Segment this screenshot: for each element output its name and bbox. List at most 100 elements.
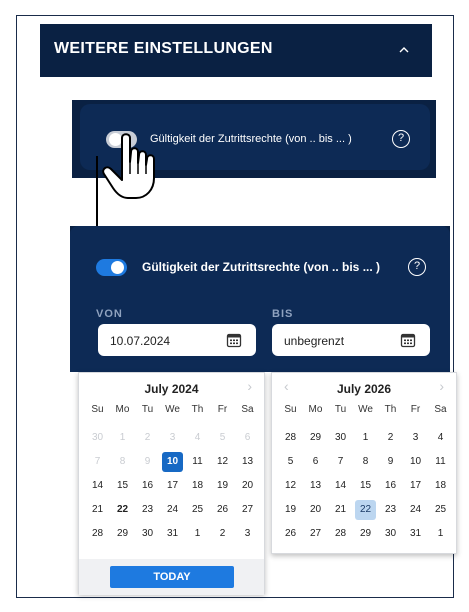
calendar-day: 4 xyxy=(194,432,201,443)
calendar-day[interactable]: 28 xyxy=(330,524,351,544)
calendar-day[interactable]: 6 xyxy=(305,452,326,472)
weekday-label: Th xyxy=(191,404,204,415)
calendar-day: 1 xyxy=(119,432,126,443)
calendar-month-title: July 2024 xyxy=(144,382,199,396)
calendar-day: 30 xyxy=(91,432,104,443)
weekday-label: Su xyxy=(91,404,104,415)
calendar-day[interactable]: 31 xyxy=(162,524,183,544)
calendar-day[interactable]: 7 xyxy=(330,452,351,472)
today-bar: TODAY xyxy=(79,559,264,595)
von-label: VON xyxy=(96,308,123,320)
calendar-day[interactable]: 18 xyxy=(430,476,451,496)
calendar-day[interactable]: 25 xyxy=(187,500,208,520)
calendar-day: 2 xyxy=(144,432,151,443)
calendar-day[interactable]: 2 xyxy=(380,428,401,448)
calendar-day[interactable]: 5 xyxy=(280,452,301,472)
calendar-icon[interactable] xyxy=(226,332,242,348)
calendar-day[interactable]: 17 xyxy=(405,476,426,496)
calendar-day[interactable]: 9 xyxy=(380,452,401,472)
calendar-day[interactable]: 27 xyxy=(305,524,326,544)
calendar-day[interactable]: 14 xyxy=(330,476,351,496)
calendar-day[interactable]: 30 xyxy=(380,524,401,544)
calendar-day[interactable]: 24 xyxy=(162,500,183,520)
weekday-label: We xyxy=(358,404,373,415)
hand-pointer-icon xyxy=(102,133,155,199)
calendar-day[interactable]: 15 xyxy=(112,476,133,496)
weekday-label: Mo xyxy=(115,404,130,415)
validity-toggle-on[interactable] xyxy=(96,259,127,276)
calendar-day[interactable]: 20 xyxy=(237,476,258,496)
calendar-day[interactable]: 4 xyxy=(430,428,451,448)
calendar-day[interactable]: 16 xyxy=(137,476,158,496)
weekday-label: Tu xyxy=(141,404,154,415)
von-date-field[interactable]: 10.07.2024 xyxy=(98,324,256,356)
validity-label: Gültigkeit der Zutrittsrechte (von .. bi… xyxy=(150,133,352,145)
calendar-day[interactable]: 22 xyxy=(355,500,376,520)
calendar-day[interactable]: 20 xyxy=(305,500,326,520)
calendar-day: 6 xyxy=(244,432,251,443)
calendar-day[interactable]: 27 xyxy=(237,500,258,520)
bis-date-field[interactable]: unbegrenzt xyxy=(272,324,430,356)
calendar-day[interactable]: 12 xyxy=(280,476,301,496)
weekday-header: Su Mo Tu We Th Fr Sa xyxy=(85,404,260,415)
calendar-day[interactable]: 1 xyxy=(430,524,451,544)
calendar-day: 9 xyxy=(144,456,151,467)
calendar-day[interactable]: 17 xyxy=(162,476,183,496)
calendar-icon[interactable] xyxy=(400,332,416,348)
help-icon[interactable]: ? xyxy=(408,258,426,276)
calendar-day[interactable]: 26 xyxy=(280,524,301,544)
day-grid: 28 29 30 1 2 3 4 5 6 7 8 9 10 11 12 13 14 15 16 17 18 19 20 21 2… xyxy=(278,428,453,548)
calendar-day[interactable]: 24 xyxy=(405,500,426,520)
calendar-day[interactable]: 10 xyxy=(162,452,183,472)
datepicker-von: › July 2024 Su Mo Tu We Th Fr Sa 30 1 2 3 4 5 6 7 8 9 10… xyxy=(78,372,265,595)
settings-section-header[interactable]: WEITERE EINSTELLUNGEN xyxy=(40,24,432,77)
calendar-day[interactable]: 21 xyxy=(330,500,351,520)
calendar-day[interactable]: 8 xyxy=(355,452,376,472)
calendar-day[interactable]: 10 xyxy=(405,452,426,472)
calendar-day[interactable]: 19 xyxy=(212,476,233,496)
calendar-day[interactable]: 3 xyxy=(237,524,258,544)
calendar-day[interactable]: 12 xyxy=(212,452,233,472)
calendar-day[interactable]: 2 xyxy=(212,524,233,544)
calendar-month-title: July 2026 xyxy=(336,382,392,396)
calendar-day[interactable]: 13 xyxy=(305,476,326,496)
calendar-day[interactable]: 16 xyxy=(380,476,401,496)
weekday-label: Mo xyxy=(308,404,323,415)
calendar-day[interactable]: 28 xyxy=(87,524,108,544)
weekday-label: Sa xyxy=(241,404,254,415)
calendar-day[interactable]: 21 xyxy=(87,500,108,520)
calendar-day[interactable]: 15 xyxy=(355,476,376,496)
calendar-day[interactable]: 25 xyxy=(430,500,451,520)
bis-date-value: unbegrenzt xyxy=(284,334,345,348)
section-title: WEITERE EINSTELLUNGEN xyxy=(54,40,273,57)
calendar-day[interactable]: 29 xyxy=(355,524,376,544)
calendar-day[interactable]: 28 xyxy=(280,428,301,448)
calendar-day: 8 xyxy=(119,456,126,467)
calendar-day[interactable]: 23 xyxy=(137,500,158,520)
calendar-day[interactable]: 11 xyxy=(430,452,451,472)
calendar-day[interactable]: 30 xyxy=(137,524,158,544)
calendar-day[interactable]: 30 xyxy=(330,428,351,448)
calendar-day[interactable]: 1 xyxy=(355,428,376,448)
chevron-up-icon[interactable] xyxy=(398,44,410,56)
calendar-day[interactable]: 11 xyxy=(187,452,208,472)
day-grid: 30 1 2 3 4 5 6 7 8 9 10 11 12 13 14 15 16 17 18 19 20 21 22 23 2… xyxy=(85,428,260,548)
calendar-day[interactable]: 29 xyxy=(305,428,326,448)
calendar-day[interactable]: 13 xyxy=(237,452,258,472)
weekday-label: Th xyxy=(384,404,397,415)
toggle-knob xyxy=(111,261,124,274)
calendar-day[interactable]: 3 xyxy=(405,428,426,448)
help-icon[interactable]: ? xyxy=(392,130,410,148)
today-button[interactable]: TODAY xyxy=(110,566,234,588)
weekday-label: Su xyxy=(284,404,297,415)
calendar-day[interactable]: 23 xyxy=(380,500,401,520)
calendar-day[interactable]: 22 xyxy=(112,500,133,520)
calendar-day[interactable]: 18 xyxy=(187,476,208,496)
calendar-day[interactable]: 31 xyxy=(405,524,426,544)
calendar-day: 3 xyxy=(169,432,176,443)
calendar-day[interactable]: 1 xyxy=(187,524,208,544)
calendar-day[interactable]: 19 xyxy=(280,500,301,520)
calendar-day[interactable]: 26 xyxy=(212,500,233,520)
calendar-day[interactable]: 29 xyxy=(112,524,133,544)
calendar-day[interactable]: 14 xyxy=(87,476,108,496)
